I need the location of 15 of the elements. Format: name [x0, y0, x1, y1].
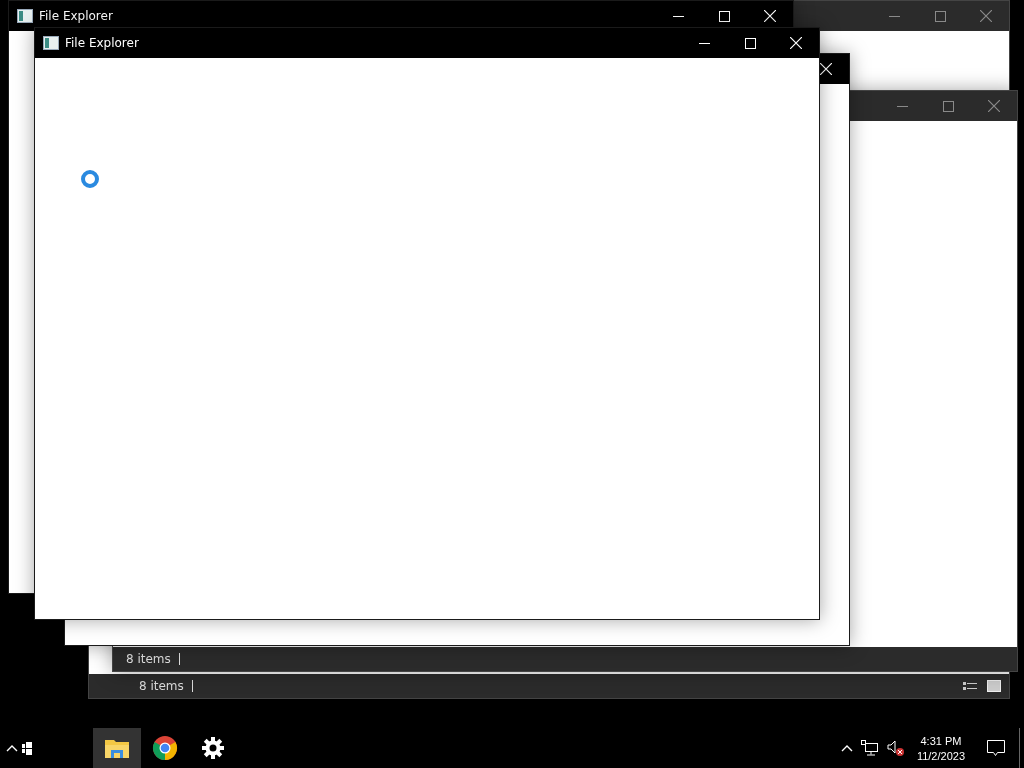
window-app-icon — [43, 36, 59, 50]
clock[interactable]: 4:31 PM 11/2/2023 — [908, 728, 973, 768]
tiles-view-icon[interactable] — [987, 680, 1001, 692]
item-count: 8 items — [126, 653, 180, 665]
details-view-icon[interactable] — [963, 680, 977, 692]
window-title: File Explorer — [65, 36, 139, 50]
taskbar-app-button[interactable] — [93, 728, 141, 768]
item-count: 8 items — [139, 680, 193, 692]
chevron-up-icon[interactable] — [6, 744, 18, 752]
window-title: File Explorer — [39, 9, 113, 23]
folder-icon — [105, 738, 129, 758]
window-app-icon — [17, 9, 33, 23]
chrome-icon — [152, 735, 178, 761]
windows-logo-icon[interactable] — [22, 741, 32, 755]
gear-icon — [202, 737, 224, 759]
